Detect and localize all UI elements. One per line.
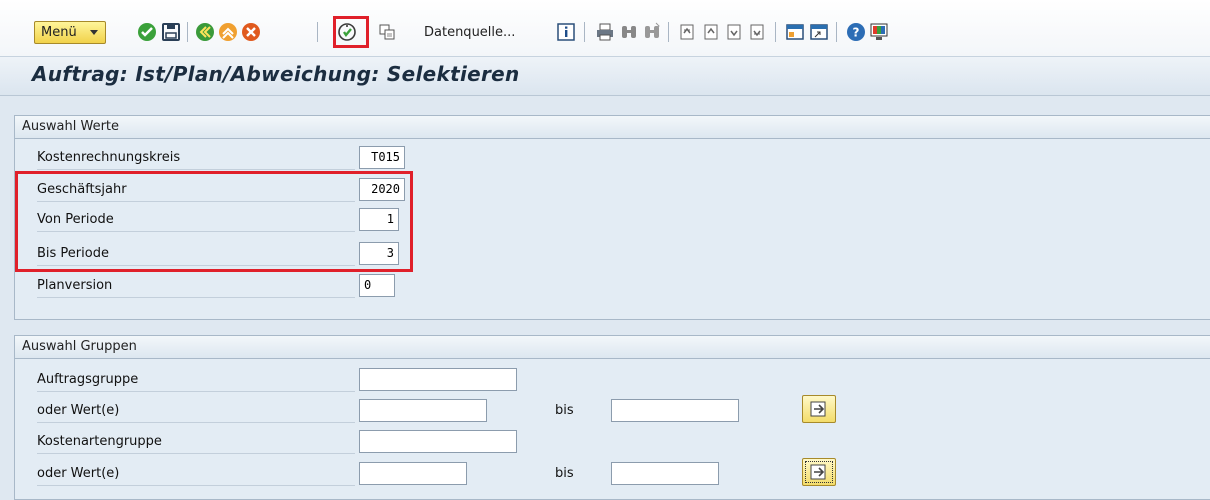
- kostenart-wert-label: oder Wert(e): [37, 462, 355, 486]
- kostenartengruppe-field[interactable]: [359, 430, 517, 453]
- auftrag-wert-to-field[interactable]: [611, 399, 739, 422]
- auswahl-gruppen-group: Auswahl Gruppen Auftragsgruppe oder Wert…: [14, 335, 1210, 500]
- multiple-selection-icon: [810, 464, 826, 480]
- menu-button-label: Menü: [41, 25, 77, 40]
- previous-page-icon[interactable]: [700, 20, 722, 44]
- auftrag-bis-label: bis: [555, 403, 574, 418]
- kostenart-multiple-selection-button[interactable]: [802, 458, 836, 486]
- planversion-row: Planversion 0: [37, 274, 407, 298]
- auftrag-wert-from-field[interactable]: [359, 399, 487, 422]
- last-page-icon[interactable]: [746, 20, 768, 44]
- layout-icon[interactable]: [868, 20, 890, 44]
- planversion-field[interactable]: 0: [359, 274, 395, 297]
- auftrag-multiple-selection-button[interactable]: [802, 395, 836, 423]
- auftragsgruppe-label: Auftragsgruppe: [37, 368, 355, 392]
- toolbar-separator: [317, 22, 318, 42]
- planversion-label: Planversion: [37, 274, 355, 298]
- check-icon[interactable]: [136, 20, 158, 44]
- cancel-icon[interactable]: [240, 20, 262, 44]
- kostenart-wert-from-field[interactable]: [359, 462, 467, 485]
- auswahl-werte-header: Auswahl Werte: [15, 116, 1210, 139]
- auftrag-wert-label: oder Wert(e): [37, 399, 355, 423]
- back-icon[interactable]: [194, 20, 216, 44]
- kostenartengruppe-row: Kostenartengruppe: [37, 430, 537, 454]
- kostenrechnungskreis-row: Kostenrechnungskreis T015: [37, 146, 407, 170]
- multiple-selection-icon: [810, 401, 826, 417]
- toolbar-separator: [668, 22, 669, 42]
- shortcut-icon[interactable]: [808, 20, 830, 44]
- kostenrechnungskreis-field[interactable]: T015: [359, 146, 405, 169]
- datenquelle-button[interactable]: Datenquelle...: [424, 20, 538, 44]
- auswahl-gruppen-header: Auswahl Gruppen: [15, 336, 1210, 359]
- caret-down-icon: [90, 30, 98, 35]
- new-session-icon[interactable]: [784, 20, 806, 44]
- kostenartengruppe-label: Kostenartengruppe: [37, 430, 355, 454]
- kostenart-wert-to-field[interactable]: [611, 462, 719, 485]
- copy-icon[interactable]: [376, 20, 398, 44]
- toolbar-separator: [775, 22, 776, 42]
- info-icon[interactable]: [555, 20, 577, 44]
- auftrag-wert-row: oder Wert(e) bis: [37, 395, 857, 423]
- kostenrechnungskreis-label: Kostenrechnungskreis: [37, 146, 355, 170]
- kostenart-bis-label: bis: [555, 466, 574, 481]
- auftragsgruppe-row: Auftragsgruppe: [37, 368, 537, 392]
- toolbar-separator: [836, 22, 837, 42]
- auswahl-werte-group: Auswahl Werte Kostenrechnungskreis T015 …: [14, 115, 1210, 320]
- save-icon[interactable]: [160, 20, 182, 44]
- toolbar-separator: [187, 22, 188, 42]
- title-bar: Auftrag: Ist/Plan/Abweichung: Selektiere…: [0, 56, 1210, 96]
- page-title: Auftrag: Ist/Plan/Abweichung: Selektiere…: [32, 62, 520, 86]
- execute-highlight: [333, 16, 369, 48]
- help-icon[interactable]: ?: [845, 20, 867, 44]
- application-toolbar: Menü Datenquelle... ?: [0, 0, 1210, 56]
- kostenart-wert-row: oder Wert(e) bis: [37, 458, 857, 486]
- print-icon[interactable]: [594, 20, 616, 44]
- menu-button[interactable]: Menü: [34, 21, 106, 44]
- svg-text:?: ?: [853, 26, 860, 40]
- next-page-icon[interactable]: [723, 20, 745, 44]
- find-icon[interactable]: [618, 20, 640, 44]
- first-page-icon[interactable]: [676, 20, 698, 44]
- toolbar-separator: [584, 22, 585, 42]
- exit-icon[interactable]: [217, 20, 239, 44]
- find-next-icon[interactable]: [641, 20, 663, 44]
- periode-highlight: [15, 171, 413, 272]
- auftragsgruppe-field[interactable]: [359, 368, 517, 391]
